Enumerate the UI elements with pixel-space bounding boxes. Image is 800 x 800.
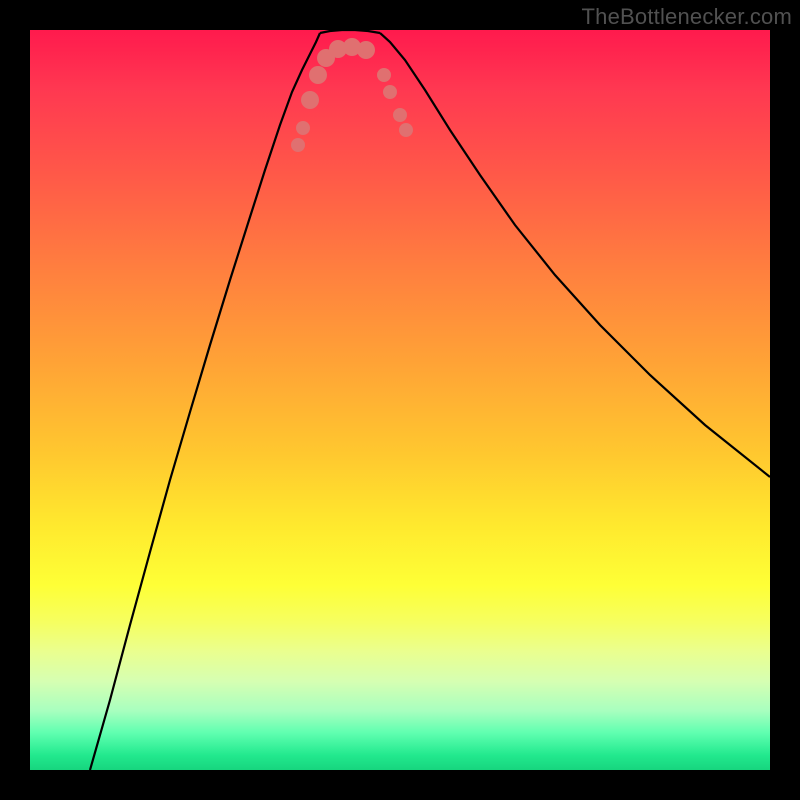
plot-area xyxy=(30,30,770,770)
watermark-text: TheBottlenecker.com xyxy=(582,4,792,30)
curve-left xyxy=(90,33,320,770)
curve-right xyxy=(380,33,770,477)
data-marker xyxy=(383,85,397,99)
data-marker xyxy=(377,68,391,82)
data-marker xyxy=(309,66,327,84)
data-marker xyxy=(291,138,305,152)
data-marker xyxy=(357,41,375,59)
data-marker xyxy=(399,123,413,137)
data-marker xyxy=(296,121,310,135)
chart-frame: TheBottlenecker.com xyxy=(0,0,800,800)
data-marker xyxy=(393,108,407,122)
curve-svg xyxy=(30,30,770,770)
data-marker xyxy=(301,91,319,109)
curve-floor xyxy=(320,30,380,33)
